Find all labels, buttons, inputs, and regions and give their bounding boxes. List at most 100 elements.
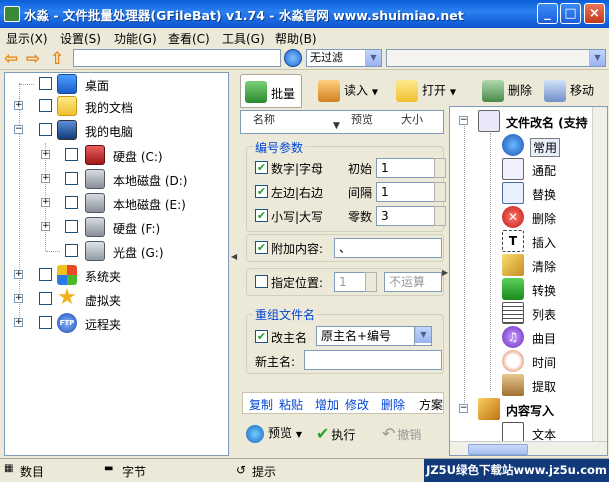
append-input[interactable]: 、 <box>334 238 442 258</box>
start-input[interactable]: 1 <box>376 158 438 178</box>
collapse-icon[interactable]: − <box>459 404 468 413</box>
interval-spinner[interactable] <box>434 182 446 202</box>
tree-checkbox[interactable] <box>39 123 52 136</box>
tree-node-remote-folders[interactable]: + FTP 远程夹 <box>5 312 225 334</box>
func-wildcard[interactable]: 通配 <box>450 157 607 181</box>
tree-node-file-rename[interactable]: − 文件改名 (支持 <box>450 109 607 133</box>
up-arrow-icon[interactable]: ⇧ <box>50 49 64 69</box>
tree-node-drive-c[interactable]: + 硬盘 (C:) <box>5 144 225 166</box>
zeros-input[interactable]: 3 <box>376 206 438 226</box>
title-bar[interactable]: 水淼 - 文件批量处理器(GFileBat) v1.74 - 水淼官网 www.… <box>0 0 609 28</box>
menu-settings[interactable]: 设置(S) <box>60 30 101 47</box>
function-tree[interactable]: − 文件改名 (支持 常用 通配 替换 ✕ 删除 T 插入 清除 转换 列表 ♫… <box>449 106 608 456</box>
func-list[interactable]: 列表 <box>450 301 607 325</box>
move-button[interactable]: 移动 <box>544 80 594 102</box>
tree-checkbox[interactable] <box>39 268 52 281</box>
tree-checkbox[interactable] <box>65 148 78 161</box>
append-checkbox[interactable]: ✔ <box>255 241 268 254</box>
close-button[interactable]: × <box>584 3 605 24</box>
left-right-checkbox[interactable]: ✔ <box>255 185 268 198</box>
chevron-down-icon[interactable]: ▼ <box>365 50 381 66</box>
tree-node-drive-d[interactable]: + 本地磁盘 (D:) <box>5 168 225 190</box>
expand-icon[interactable]: + <box>41 174 50 183</box>
menu-view[interactable]: 查看(C) <box>168 30 210 47</box>
horizontal-scrollbar[interactable] <box>450 441 607 455</box>
zeros-spinner[interactable] <box>434 206 446 226</box>
scheme-button[interactable]: 方案 <box>419 396 443 413</box>
forward-arrow-icon[interactable]: ⇨ <box>26 49 40 69</box>
pattern-select[interactable]: 原主名+编号 <box>316 326 416 346</box>
digit-alpha-checkbox[interactable]: ✔ <box>255 161 268 174</box>
tree-checkbox[interactable] <box>65 196 78 209</box>
collapse-icon[interactable]: − <box>14 125 23 134</box>
func-insert[interactable]: T 插入 <box>450 229 607 253</box>
position-spinner[interactable] <box>365 272 377 292</box>
tree-checkbox[interactable] <box>65 244 78 257</box>
execute-button[interactable]: ✔ 执行 <box>316 424 355 443</box>
chevron-down-icon[interactable]: ▼ <box>372 88 378 97</box>
back-arrow-icon[interactable]: ⇦ <box>4 49 18 69</box>
chevron-down-icon[interactable]: ▼ <box>450 88 456 97</box>
paste-button[interactable]: 粘贴 <box>279 396 303 413</box>
chevron-down-icon[interactable]: ▼ <box>296 430 302 439</box>
secondary-select[interactable]: ▼ <box>386 49 606 67</box>
file-list[interactable]: 名称 预览 大小 ▼ <box>240 110 444 134</box>
tree-node-my-documents[interactable]: + 我的文档 <box>5 95 225 117</box>
start-spinner[interactable] <box>434 158 446 178</box>
tree-node-virtual-folders[interactable]: + ★ 虚拟夹 <box>5 287 225 310</box>
expand-icon[interactable]: + <box>14 101 23 110</box>
vertical-scrollbar[interactable] <box>592 107 607 441</box>
tree-checkbox[interactable] <box>65 172 78 185</box>
tree-node-content-write[interactable]: − 内容写入 <box>450 397 607 421</box>
modify-button[interactable]: 修改 <box>345 396 369 413</box>
undo-button[interactable]: ↶ 撤销 <box>382 424 421 443</box>
add-button[interactable]: 增加 <box>315 396 339 413</box>
open-button[interactable]: 打开 ▼ <box>396 80 456 102</box>
position-checkbox[interactable] <box>255 275 268 288</box>
minimize-button[interactable]: _ <box>537 3 558 24</box>
collapse-right-icon[interactable]: ▶ <box>442 268 448 277</box>
position-input[interactable]: 1 <box>334 272 366 292</box>
maximize-button[interactable]: □ <box>560 3 581 24</box>
scroll-thumb[interactable] <box>468 444 528 455</box>
menu-tools[interactable]: 工具(G) <box>222 30 265 47</box>
expand-down-icon[interactable]: ▼ <box>333 121 340 131</box>
copy-button[interactable]: 复制 <box>249 396 273 413</box>
expand-icon[interactable]: + <box>14 270 23 279</box>
func-time[interactable]: 时间 <box>450 349 607 373</box>
lower-upper-checkbox[interactable]: ✔ <box>255 209 268 222</box>
func-clear[interactable]: 清除 <box>450 253 607 277</box>
func-track[interactable]: ♫ 曲目 <box>450 325 607 349</box>
collapse-left-icon[interactable]: ◀ <box>231 252 237 261</box>
tree-node-drive-f[interactable]: + 硬盘 (F:) <box>5 216 225 238</box>
interval-input[interactable]: 1 <box>376 182 438 202</box>
tree-node-drive-e[interactable]: + 本地磁盘 (E:) <box>5 192 225 214</box>
change-main-checkbox[interactable]: ✔ <box>255 330 268 343</box>
tree-checkbox[interactable] <box>39 99 52 112</box>
func-replace[interactable]: 替换 <box>450 181 607 205</box>
menu-help[interactable]: 帮助(B) <box>275 30 317 47</box>
tree-checkbox[interactable] <box>39 292 52 305</box>
func-convert[interactable]: 转换 <box>450 277 607 301</box>
path-input[interactable] <box>73 49 281 67</box>
delete-button[interactable]: 删除 <box>482 80 532 102</box>
tree-checkbox[interactable] <box>39 77 52 90</box>
new-main-input[interactable] <box>304 350 442 370</box>
tree-checkbox[interactable] <box>65 220 78 233</box>
expand-icon[interactable]: + <box>41 150 50 159</box>
go-icon[interactable] <box>284 49 302 67</box>
filter-select[interactable]: 无过滤 ▼ <box>306 49 382 67</box>
expand-icon[interactable]: + <box>41 222 50 231</box>
func-extract[interactable]: 提取 <box>450 373 607 397</box>
tree-node-drive-g[interactable]: 光盘 (G:) <box>5 240 225 262</box>
menu-display[interactable]: 显示(X) <box>6 30 48 47</box>
expand-icon[interactable]: + <box>14 294 23 303</box>
tab-batch[interactable]: 批量 <box>240 74 302 108</box>
panel-splitter[interactable]: ◀ <box>231 72 237 456</box>
func-delete[interactable]: ✕ 删除 <box>450 205 607 229</box>
tree-node-my-computer[interactable]: − 我的电脑 <box>5 119 225 141</box>
chevron-down-icon[interactable]: ▼ <box>589 50 605 66</box>
read-button[interactable]: 读入 ▼ <box>318 80 378 102</box>
remove-button[interactable]: 删除 <box>381 396 405 413</box>
folder-tree[interactable]: 桌面 + 我的文档 − 我的电脑 + 硬盘 (C:) + 本地磁盘 (D:) +… <box>4 72 229 456</box>
